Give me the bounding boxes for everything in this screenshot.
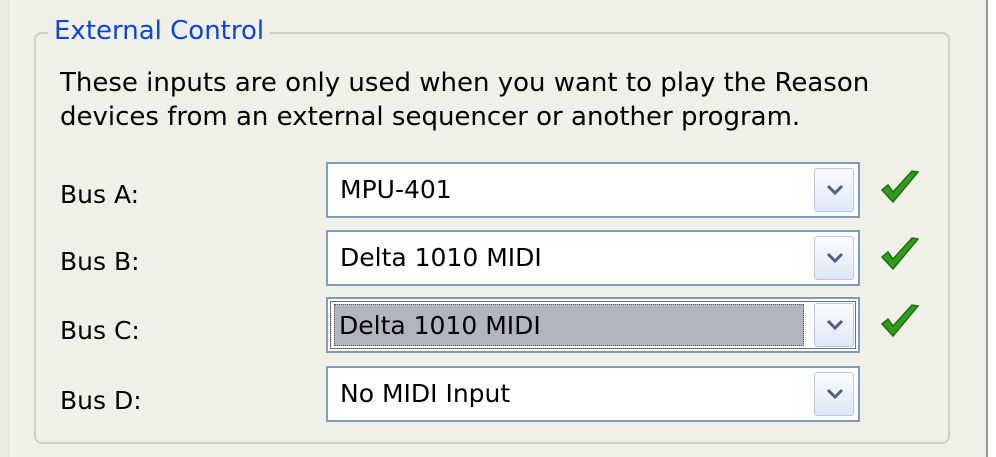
bus-d-label: Bus D: xyxy=(60,386,142,415)
bus-c-label: Bus C: xyxy=(60,316,140,345)
bus-a-dropdown[interactable]: MPU-401 xyxy=(326,162,860,218)
checkmark-icon xyxy=(880,237,920,271)
group-description: These inputs are only used when you want… xyxy=(60,68,870,132)
checkmark-icon xyxy=(880,170,920,204)
chevron-down-icon xyxy=(826,252,844,264)
bus-b-dropdown[interactable]: Delta 1010 MIDI xyxy=(326,230,860,286)
window-left-edge xyxy=(0,0,9,457)
bus-c-dropdown[interactable]: Delta 1010 MIDI xyxy=(326,297,860,353)
bus-b-label: Bus B: xyxy=(60,247,140,276)
bus-c-dropdown-button[interactable] xyxy=(814,303,854,347)
bus-d-dropdown[interactable]: No MIDI Input xyxy=(326,366,860,422)
groupbox-title: External Control xyxy=(48,14,271,48)
bus-a-value: MPU-401 xyxy=(340,175,452,204)
checkmark-icon xyxy=(880,304,920,338)
bus-a-label: Bus A: xyxy=(60,180,140,209)
bus-d-dropdown-button[interactable] xyxy=(814,372,854,416)
bus-b-value: Delta 1010 MIDI xyxy=(340,243,542,272)
bus-d-value: No MIDI Input xyxy=(340,379,511,408)
bus-b-dropdown-button[interactable] xyxy=(814,236,854,280)
bus-c-value: Delta 1010 MIDI xyxy=(334,304,804,346)
window-right-edge xyxy=(986,0,996,457)
chevron-down-icon xyxy=(826,388,844,400)
chevron-down-icon xyxy=(826,319,844,331)
chevron-down-icon xyxy=(826,184,844,196)
bus-a-dropdown-button[interactable] xyxy=(814,168,854,212)
